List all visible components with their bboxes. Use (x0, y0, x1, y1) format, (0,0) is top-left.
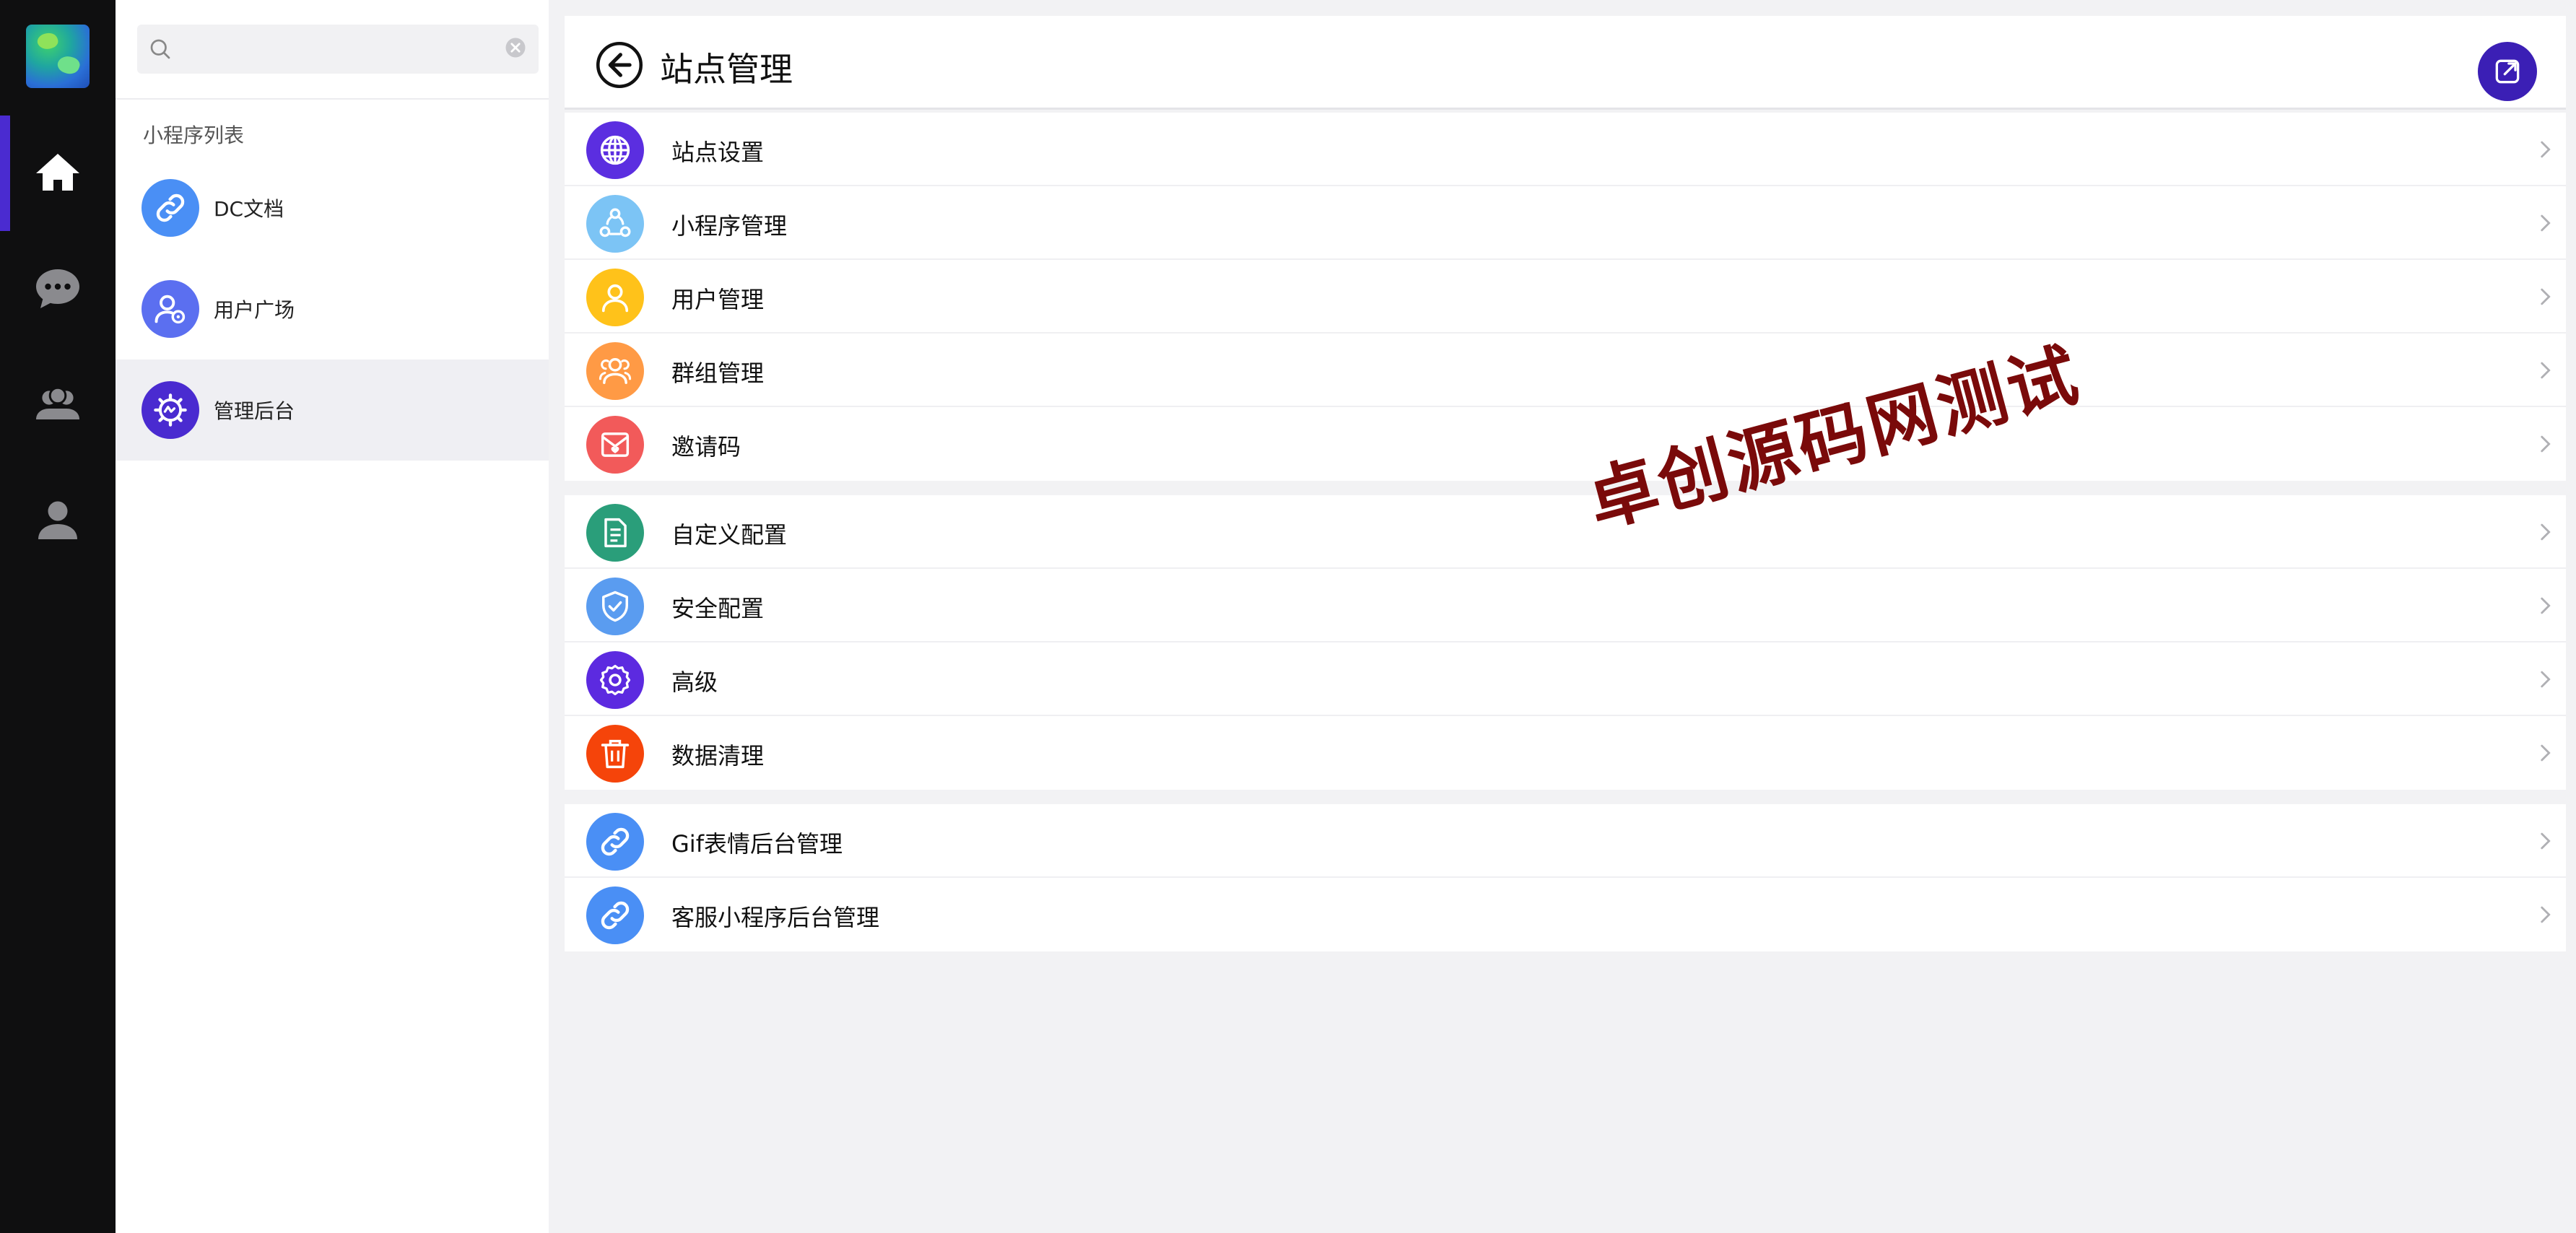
chevron-right-icon (2541, 141, 2551, 158)
row-site-settings[interactable]: 站点设置 (565, 113, 2566, 186)
chevron-right-icon (2541, 832, 2551, 850)
chevron-right-icon (2541, 671, 2551, 688)
settings-group-1: 站点设置 小程序管理 用户管理 群组管理 邀请码 (565, 113, 2566, 481)
row-label: 客服小程序后台管理 (671, 904, 880, 931)
chat-icon (36, 269, 79, 308)
row-advanced[interactable]: 高级 (565, 642, 2566, 716)
chevron-right-icon (2541, 362, 2551, 379)
rail-home-button[interactable] (29, 144, 87, 202)
trash-icon (586, 725, 644, 783)
row-group-management[interactable]: 群组管理 (565, 334, 2566, 407)
settings-group-2: 自定义配置 安全配置 高级 数据清理 (565, 495, 2566, 790)
row-label: 数据清理 (671, 742, 765, 770)
document-icon (586, 504, 644, 562)
shield-icon (586, 578, 644, 635)
app-logo[interactable] (26, 25, 90, 88)
rail-active-indicator (0, 116, 10, 231)
row-label: 自定义配置 (671, 521, 788, 549)
group-icon (586, 342, 644, 400)
sidebar-divider (116, 98, 549, 100)
row-label: 安全配置 (671, 595, 765, 622)
row-label: 邀请码 (671, 433, 741, 461)
section-title: 小程序列表 (143, 123, 245, 147)
chevron-right-icon (2541, 597, 2551, 614)
row-gif-admin[interactable]: Gif表情后台管理 (565, 804, 2566, 878)
link-icon (142, 179, 199, 237)
row-data-cleanup[interactable]: 数据清理 (565, 716, 2566, 790)
row-label: 小程序管理 (671, 212, 788, 240)
external-link-icon (2495, 59, 2520, 84)
user-icon (586, 269, 644, 326)
settings-group-3: Gif表情后台管理 客服小程序后台管理 (565, 804, 2566, 951)
rail-chat-button[interactable] (29, 260, 87, 318)
main-panel: 站点管理 站点设置 小程序管理 用户管理 群组管理 邀请码 自定义配置 安全配置… (549, 0, 2576, 1233)
chevron-right-icon (2541, 523, 2551, 541)
link-icon (586, 886, 644, 944)
mini-program-item-dc-docs[interactable]: DC文档 (116, 157, 549, 258)
chevron-right-icon (2541, 288, 2551, 305)
search-input[interactable] (179, 32, 489, 66)
admin-gear-icon (142, 381, 199, 439)
invite-icon (586, 416, 644, 474)
nodes-icon (586, 195, 644, 253)
row-customer-service-admin[interactable]: 客服小程序后台管理 (565, 878, 2566, 951)
mini-program-item-admin[interactable]: 管理后台 (116, 360, 549, 461)
chevron-right-icon (2541, 906, 2551, 923)
row-label: Gif表情后台管理 (671, 830, 843, 858)
row-custom-config[interactable]: 自定义配置 (565, 495, 2566, 569)
user-square-icon (142, 280, 199, 338)
rail-profile-button[interactable] (29, 491, 87, 549)
mini-program-item-user-square[interactable]: 用户广场 (116, 258, 549, 360)
clear-search-icon[interactable] (502, 35, 528, 61)
rail-contacts-button[interactable] (29, 375, 87, 433)
row-label: 站点设置 (671, 139, 765, 166)
search-icon (150, 39, 170, 59)
open-external-button[interactable] (2478, 42, 2537, 101)
row-user-management[interactable]: 用户管理 (565, 260, 2566, 334)
chevron-right-icon (2541, 744, 2551, 762)
chevron-right-icon (2541, 435, 2551, 453)
mini-program-label: 用户广场 (214, 298, 295, 322)
page-title: 站点管理 (660, 50, 793, 89)
page-header: 站点管理 (565, 16, 2566, 110)
back-arrow-icon[interactable] (595, 40, 644, 90)
row-label: 群组管理 (671, 360, 765, 387)
row-mini-program-management[interactable]: 小程序管理 (565, 186, 2566, 260)
contacts-icon (36, 386, 79, 419)
row-label: 高级 (671, 668, 718, 696)
mini-program-label: DC文档 (214, 197, 284, 221)
mini-program-sidebar: 小程序列表 DC文档 用户广场 管理后台 (116, 0, 549, 1233)
chevron-right-icon (2541, 214, 2551, 232)
profile-icon (38, 501, 77, 539)
row-invite-code[interactable]: 邀请码 (565, 407, 2566, 481)
mini-program-label: 管理后台 (214, 399, 295, 423)
search-box (137, 25, 539, 74)
nav-rail (0, 0, 116, 1233)
globe-icon (586, 121, 644, 179)
home-icon (36, 154, 79, 191)
link-icon (586, 813, 644, 871)
gear-icon (586, 651, 644, 709)
row-security-config[interactable]: 安全配置 (565, 569, 2566, 642)
row-label: 用户管理 (671, 286, 765, 313)
